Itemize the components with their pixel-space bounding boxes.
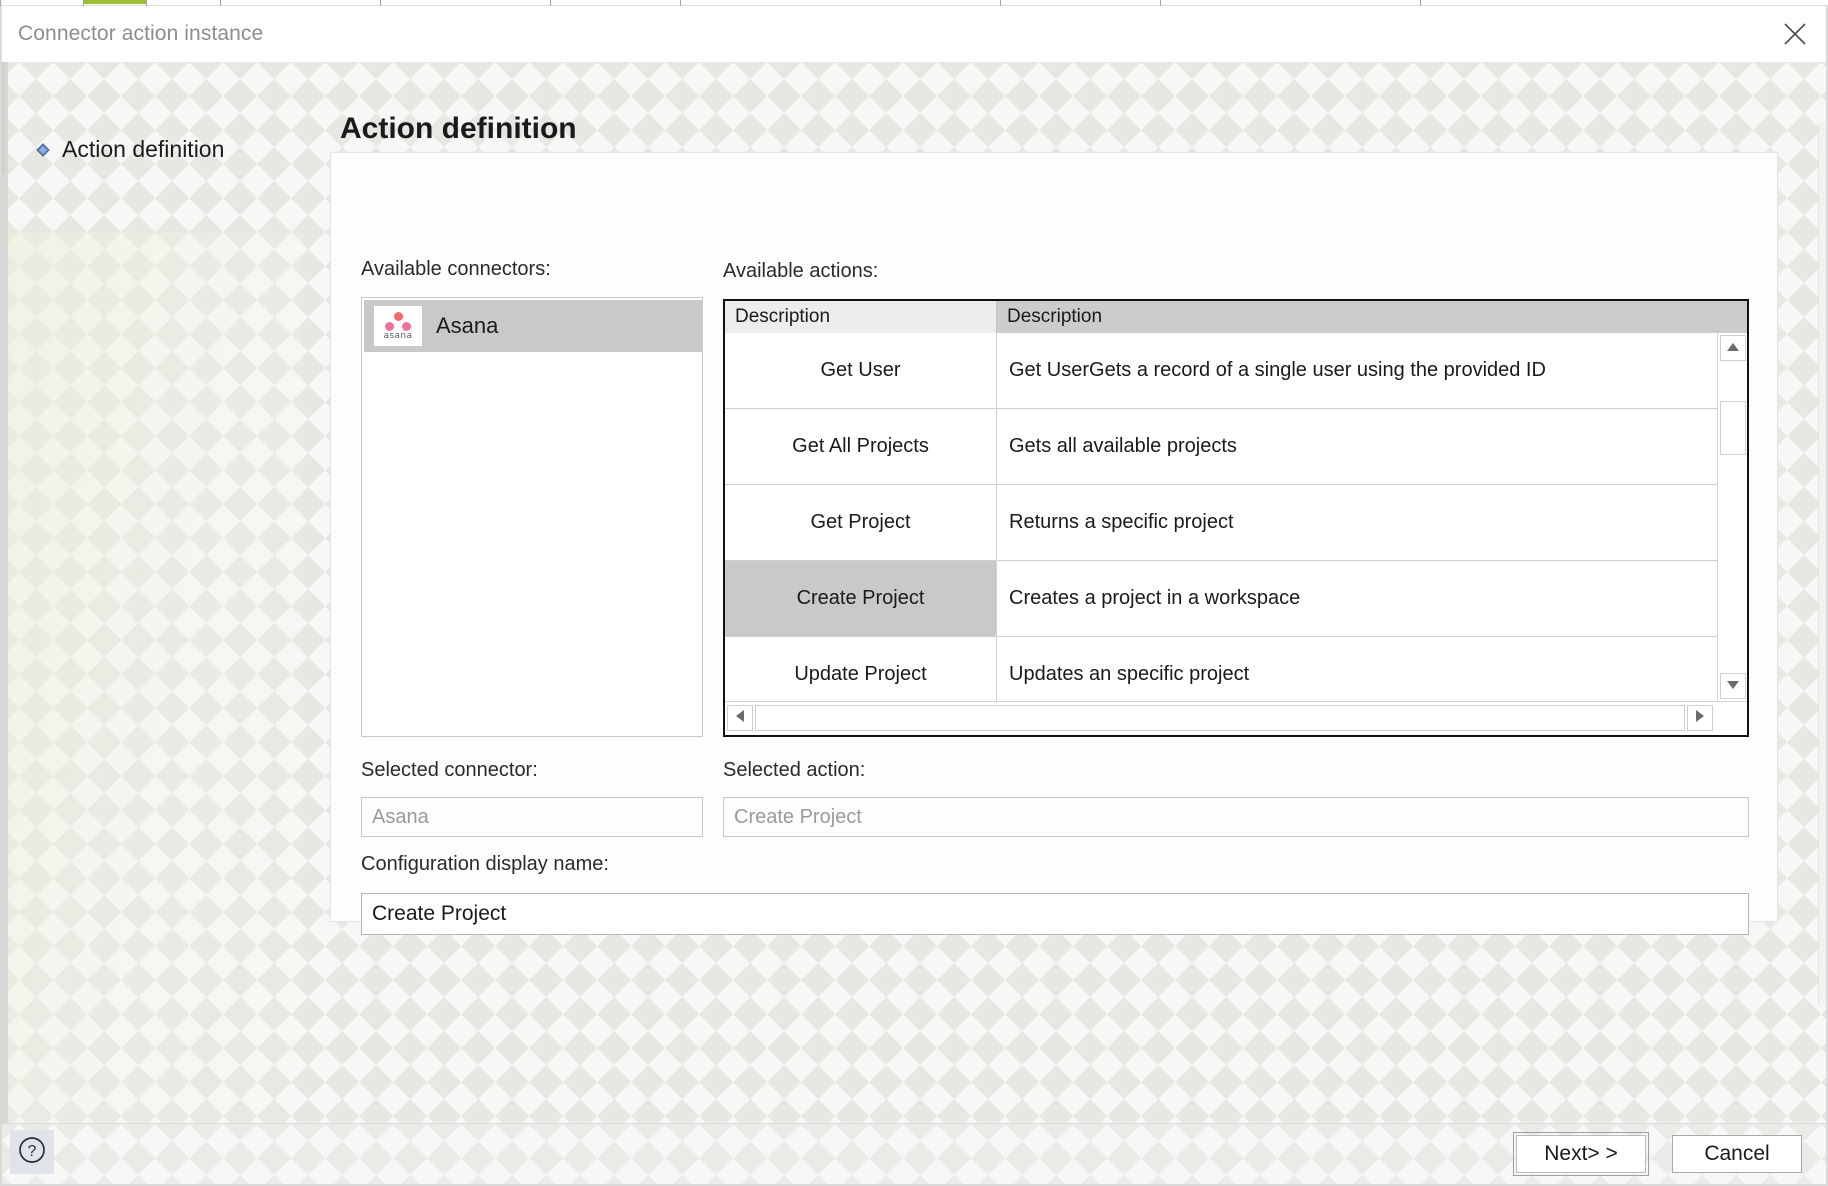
actions-grid-rows: Get User Get UserGets a record of a sing… bbox=[725, 333, 1717, 713]
connector-action-instance-dialog: Connector action instance Action definit… bbox=[0, 6, 1828, 1186]
actions-grid-column-header-name[interactable]: Description bbox=[725, 301, 997, 333]
asana-logo-icon: asana bbox=[374, 306, 422, 346]
configuration-display-name-label: Configuration display name: bbox=[361, 853, 609, 875]
table-row[interactable]: Get All Projects Gets all available proj… bbox=[725, 409, 1717, 485]
wizard-step-label: Action definition bbox=[62, 136, 225, 162]
available-connectors-list[interactable]: asana Asana bbox=[361, 297, 703, 737]
action-name-cell[interactable]: Get User bbox=[725, 333, 997, 408]
page-title: Action definition bbox=[340, 112, 577, 145]
right-edge-sliver bbox=[1818, 124, 1826, 1004]
table-row[interactable]: Get Project Returns a specific project bbox=[725, 485, 1717, 561]
next-button[interactable]: Next> > bbox=[1513, 1132, 1649, 1176]
connector-list-item-label: Asana bbox=[436, 313, 499, 338]
scroll-left-button[interactable] bbox=[727, 705, 753, 731]
scroll-up-button[interactable] bbox=[1720, 335, 1746, 361]
actions-grid-column-header-description[interactable]: Description bbox=[997, 301, 1747, 333]
left-edge-divider bbox=[2, 62, 8, 1125]
dialog-body: Action definition Action definition Avai… bbox=[2, 62, 1826, 1125]
dialog-footer: ? Next> > Cancel bbox=[2, 1123, 1826, 1184]
actions-grid-header: Description Description bbox=[725, 301, 1747, 333]
action-name-cell[interactable]: Create Project bbox=[725, 561, 997, 636]
scroll-down-button[interactable] bbox=[1720, 673, 1746, 699]
scroll-thumb-vertical[interactable] bbox=[1720, 401, 1746, 455]
cancel-button[interactable]: Cancel bbox=[1672, 1135, 1802, 1173]
close-icon bbox=[1782, 21, 1808, 47]
connector-list-item-asana[interactable]: asana Asana bbox=[364, 300, 702, 352]
background-active-tab-indicator bbox=[84, 0, 146, 4]
close-button[interactable] bbox=[1764, 6, 1826, 62]
table-row-selected[interactable]: Create Project Creates a project in a wo… bbox=[725, 561, 1717, 637]
selected-action-field: Create Project bbox=[723, 797, 1749, 837]
available-actions-label: Available actions: bbox=[723, 260, 879, 282]
available-actions-grid[interactable]: Description Description Get User Get Use… bbox=[723, 299, 1749, 737]
selected-action-label: Selected action: bbox=[723, 759, 866, 781]
dialog-titlebar: Connector action instance bbox=[2, 6, 1826, 62]
asana-logo-wordmark: asana bbox=[383, 330, 413, 341]
help-icon: ? bbox=[17, 1135, 47, 1170]
chevron-left-icon bbox=[735, 709, 745, 728]
available-connectors-label: Available connectors: bbox=[361, 258, 551, 280]
selected-connector-label: Selected connector: bbox=[361, 759, 538, 781]
wizard-step-action-definition[interactable]: Action definition bbox=[36, 136, 224, 163]
step-bullet-icon bbox=[36, 142, 50, 157]
configuration-display-name-input[interactable]: Create Project bbox=[361, 893, 1749, 935]
wizard-step-list: Action definition bbox=[36, 136, 224, 163]
action-description-cell: Gets all available projects bbox=[997, 409, 1717, 484]
dialog-title: Connector action instance bbox=[18, 22, 264, 45]
scroll-right-button[interactable] bbox=[1687, 705, 1713, 731]
action-description-cell: Returns a specific project bbox=[997, 485, 1717, 560]
action-name-cell[interactable]: Get Project bbox=[725, 485, 997, 560]
action-description-cell: Get UserGets a record of a single user u… bbox=[997, 333, 1717, 408]
scroll-thumb-horizontal[interactable] bbox=[755, 705, 1685, 731]
selected-connector-field: Asana bbox=[361, 797, 703, 837]
action-definition-panel: Available connectors: Available actions:… bbox=[330, 152, 1778, 935]
background-wash bbox=[2, 232, 302, 1125]
action-description-cell: Creates a project in a workspace bbox=[997, 561, 1717, 636]
svg-text:?: ? bbox=[28, 1143, 37, 1160]
left-edge-accent bbox=[2, 62, 5, 174]
chevron-up-icon bbox=[1726, 339, 1740, 357]
actions-grid-vertical-scrollbar[interactable] bbox=[1717, 333, 1747, 701]
help-button[interactable]: ? bbox=[10, 1130, 54, 1174]
action-name-cell[interactable]: Get All Projects bbox=[725, 409, 997, 484]
table-row[interactable]: Get User Get UserGets a record of a sing… bbox=[725, 333, 1717, 409]
chevron-right-icon bbox=[1695, 709, 1705, 728]
chevron-down-icon bbox=[1726, 677, 1740, 695]
actions-grid-horizontal-scrollbar[interactable] bbox=[725, 701, 1747, 735]
